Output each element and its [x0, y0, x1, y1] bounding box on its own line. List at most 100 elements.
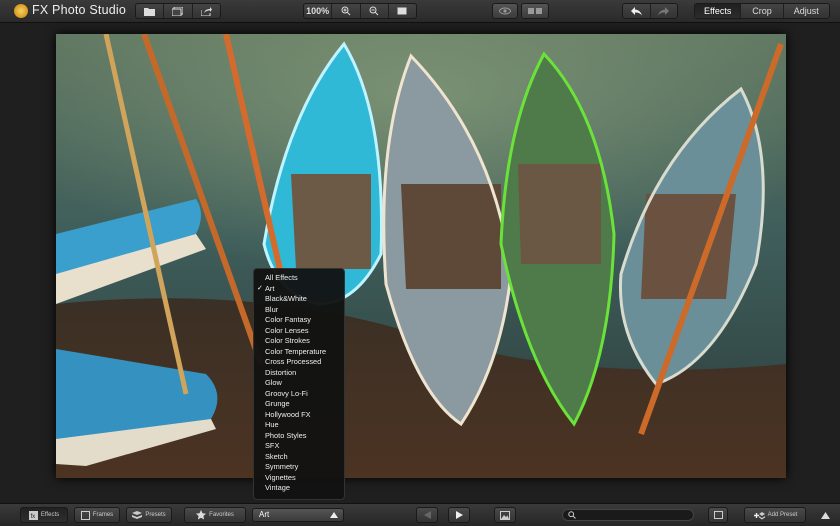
photo-canvas[interactable]	[56, 34, 786, 478]
effects-icon: fx	[28, 510, 38, 520]
effects-menu-item[interactable]: Vintage	[254, 483, 344, 494]
arrow-left-icon	[423, 511, 431, 519]
effects-menu-item[interactable]: Black&White	[254, 294, 344, 305]
effects-menu-item-label: Vignettes	[265, 472, 296, 482]
effects-menu-item-label: Glow	[265, 378, 282, 387]
frame-icon	[80, 510, 90, 520]
image-grid-icon	[500, 510, 510, 520]
effects-menu-item[interactable]: Distortion	[254, 368, 344, 379]
effects-menu-item[interactable]: Sketch	[254, 452, 344, 463]
effects-menu-item-label: Grunge	[265, 399, 290, 408]
file-buttons	[135, 3, 221, 19]
effects-menu-item-label: Color Lenses	[265, 325, 309, 335]
effects-menu-item[interactable]: ✓ Art	[254, 284, 344, 295]
effects-menu-item-label: Cross Processed	[265, 357, 322, 366]
app-logo-icon	[14, 4, 28, 18]
frames-button-label: Frames	[92, 512, 114, 518]
effects-menu-item[interactable]: Color Fantasy	[254, 315, 344, 326]
effects-menu-item[interactable]: Photo Styles	[254, 431, 344, 442]
triangle-up-icon	[330, 512, 338, 518]
eye-icon	[499, 7, 511, 15]
effects-button[interactable]: fx Effects	[20, 507, 68, 523]
add-preset-button[interactable]: Add Preset	[744, 507, 806, 523]
top-toolbar: FX Photo Studio 100% Effects Crop Adjust	[0, 0, 840, 23]
effects-menu-item-label: Art	[265, 283, 275, 293]
favorites-button-label: Favorites	[209, 512, 234, 518]
compare-button[interactable]	[492, 3, 518, 19]
effects-menu-item[interactable]: Glow	[254, 378, 344, 389]
undo-icon	[630, 6, 642, 15]
effects-menu-item-label: Blur	[265, 304, 279, 314]
effects-menu-item[interactable]: Grunge	[254, 399, 344, 410]
effects-menu-item[interactable]: Cross Processed	[254, 357, 344, 368]
batch-button[interactable]	[164, 4, 193, 18]
frames-button[interactable]: Frames	[74, 507, 120, 523]
effects-menu-item[interactable]: Vignettes	[254, 473, 344, 484]
effect-category-select[interactable]: Art	[252, 508, 344, 522]
effects-menu-item[interactable]: All Effects	[254, 273, 344, 284]
toggle-panel-button[interactable]	[708, 507, 728, 523]
zoom-level[interactable]: 100%	[304, 4, 333, 18]
presets-icon	[132, 511, 143, 519]
redo-icon	[658, 6, 670, 15]
effects-menu-item-label: Hollywood FX	[265, 409, 311, 419]
effects-menu-item[interactable]: Color Temperature	[254, 347, 344, 358]
effects-menu-item[interactable]: Hollywood FX	[254, 410, 344, 421]
add-preset-icon	[753, 511, 765, 519]
search-icon	[568, 511, 576, 519]
zoom-out-button[interactable]	[361, 4, 389, 18]
presets-button[interactable]: Presets	[126, 507, 172, 523]
effects-menu-item-label: Color Strokes	[265, 336, 310, 345]
effects-menu-item-label: Symmetry	[265, 462, 299, 471]
add-preset-label: Add Preset	[767, 512, 798, 518]
effects-menu-item[interactable]: Hue	[254, 420, 344, 431]
effect-search-input[interactable]	[562, 509, 694, 521]
effects-menu-item-label: Color Fantasy	[265, 315, 312, 324]
effects-menu-item-label: Sketch	[265, 451, 288, 461]
fit-screen-button[interactable]	[389, 4, 416, 18]
zoom-controls: 100%	[303, 3, 417, 19]
effects-menu-item[interactable]: Color Lenses	[254, 326, 344, 337]
star-icon	[196, 510, 207, 520]
next-effect-button[interactable]	[448, 507, 470, 523]
favorites-button[interactable]: Favorites	[184, 507, 246, 523]
open-folder-button[interactable]	[136, 4, 165, 18]
effects-menu-item-label: Vintage	[265, 483, 290, 492]
effects-menu-item-label: Distortion	[265, 367, 297, 377]
effect-category-selected: Art	[259, 510, 270, 519]
previous-effect-button[interactable]	[416, 507, 438, 523]
effects-menu-item-label: Photo Styles	[265, 430, 307, 440]
share-button[interactable]	[193, 4, 220, 18]
triangle-up-icon	[820, 511, 830, 519]
random-effect-button[interactable]	[494, 507, 516, 523]
edited-photo	[56, 34, 786, 478]
tab-crop[interactable]: Crop	[741, 4, 784, 18]
zoom-in-icon	[341, 6, 351, 16]
checkmark-icon: ✓	[257, 284, 263, 292]
effects-button-label: Effects	[40, 512, 60, 518]
effects-category-menu: All Effects ✓ Art Black&White Blur Color Fant…	[253, 268, 345, 500]
zoom-in-button[interactable]	[332, 4, 361, 18]
effects-menu-item[interactable]: Groovy Lo-Fi	[254, 389, 344, 400]
zoom-out-icon	[369, 6, 379, 16]
effects-menu-item[interactable]: Symmetry	[254, 462, 344, 473]
mode-tabs: Effects Crop Adjust	[694, 3, 830, 19]
effects-menu-item[interactable]: Color Strokes	[254, 336, 344, 347]
split-view-button[interactable]	[521, 3, 549, 19]
effects-menu-item-label: SFX	[265, 441, 280, 450]
effects-menu-item[interactable]: SFX	[254, 441, 344, 452]
tab-effects[interactable]: Effects	[695, 4, 742, 18]
presets-button-label: Presets	[145, 512, 166, 518]
history-controls	[622, 3, 678, 19]
tab-adjust[interactable]: Adjust	[784, 4, 829, 18]
effects-menu-item[interactable]: Blur	[254, 305, 344, 316]
share-icon	[200, 6, 212, 16]
effects-menu-item-label: Color Temperature	[265, 346, 327, 356]
redo-button[interactable]	[651, 4, 678, 18]
undo-button[interactable]	[623, 4, 651, 18]
stack-icon	[172, 6, 184, 16]
app-title: FX Photo Studio	[32, 3, 127, 17]
effects-menu-item-label: Hue	[265, 420, 279, 429]
expand-panel-button[interactable]	[814, 507, 836, 523]
folder-icon	[144, 7, 156, 16]
